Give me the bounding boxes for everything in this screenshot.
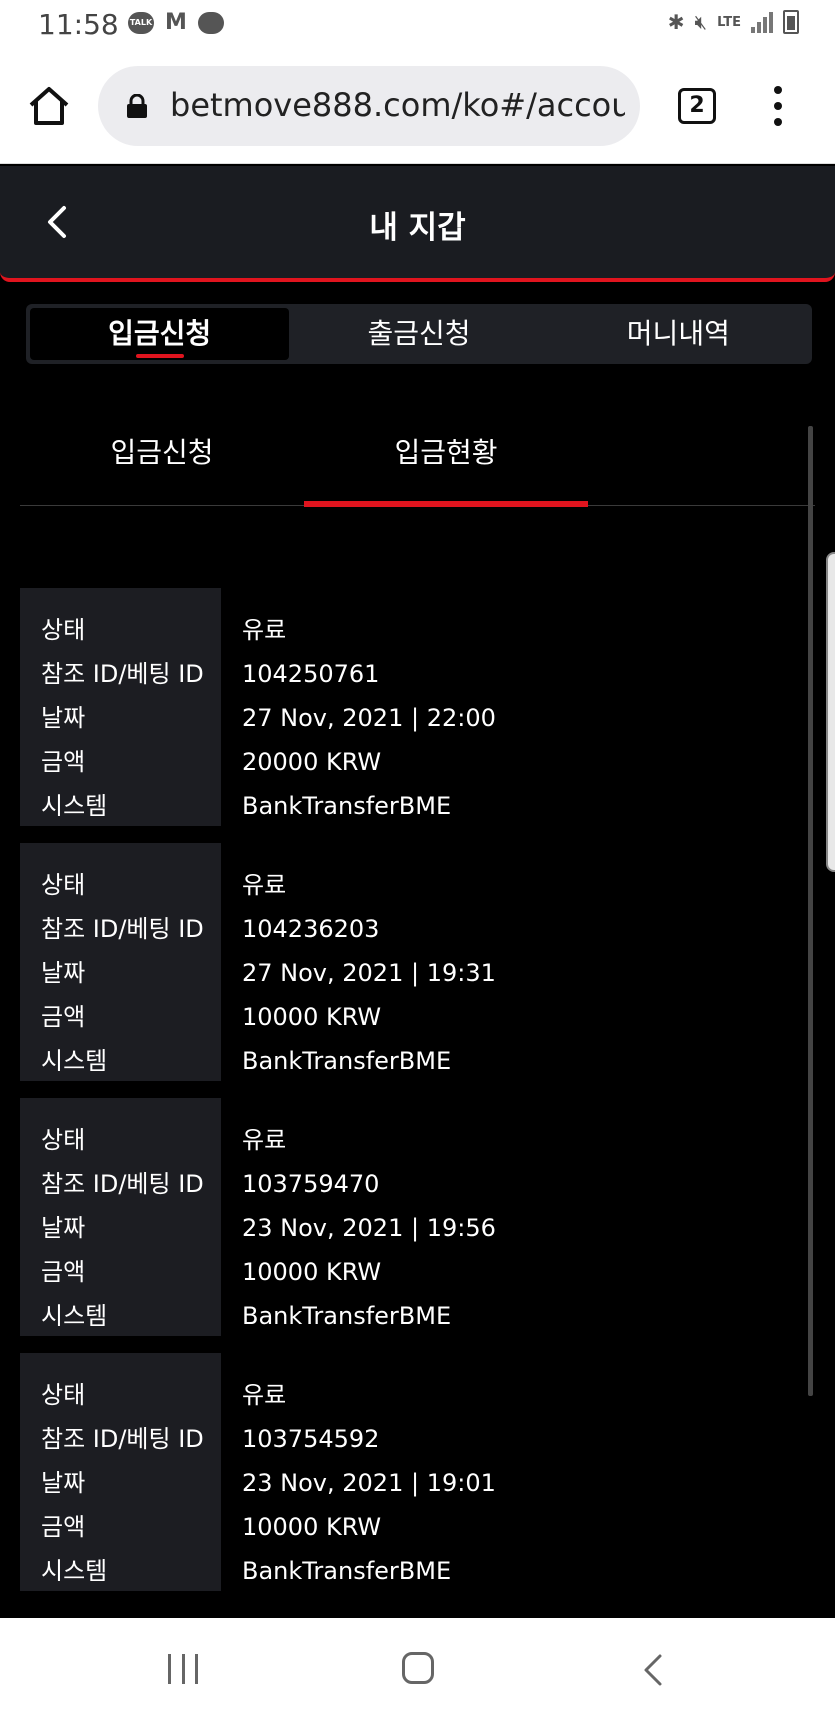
value-system: BankTransferBME <box>242 1047 452 1075</box>
edge-panel-handle[interactable] <box>826 552 835 872</box>
signal-icon <box>751 11 773 33</box>
value-date: 23 Nov, 2021 | 19:01 <box>242 1469 496 1497</box>
record-values: 유료 104250761 27 Nov, 2021 | 22:00 20000 … <box>221 588 496 826</box>
label-ref-id: 참조 ID/베팅 ID <box>41 660 204 688</box>
list-item: 상태 참조 ID/베팅 ID 날짜 금액 시스템 유료 103759470 23… <box>20 1098 800 1336</box>
value-status: 유료 <box>242 1126 287 1154</box>
tab-deposit-request[interactable]: 입금신청 <box>30 308 290 360</box>
subtab-deposit-status[interactable]: 입금현황 <box>304 420 588 507</box>
record-labels: 상태 참조 ID/베팅 ID 날짜 금액 시스템 <box>20 1098 221 1336</box>
value-ref-id: 103754592 <box>242 1425 380 1453</box>
value-status: 유료 <box>242 871 287 899</box>
record-labels: 상태 참조 ID/베팅 ID 날짜 금액 시스템 <box>20 1353 221 1591</box>
chat-bubble-icon <box>198 12 224 34</box>
list-item: 상태 참조 ID/베팅 ID 날짜 금액 시스템 유료 104236203 27… <box>20 843 800 1081</box>
list-item: 상태 참조 ID/베팅 ID 날짜 금액 시스템 유료 104250761 27… <box>20 588 800 826</box>
value-amount: 20000 KRW <box>242 748 382 776</box>
home-button[interactable] <box>402 1652 434 1684</box>
value-date: 27 Nov, 2021 | 22:00 <box>242 704 496 732</box>
value-amount: 10000 KRW <box>242 1003 382 1031</box>
label-amount: 금액 <box>41 748 86 776</box>
value-status: 유료 <box>242 1381 287 1409</box>
label-ref-id: 참조 ID/베팅 ID <box>41 915 204 943</box>
record-values: 유료 104236203 27 Nov, 2021 | 19:31 10000 … <box>221 843 496 1081</box>
label-amount: 금액 <box>41 1003 86 1031</box>
back-arrow-icon <box>644 1654 662 1686</box>
label-date: 날짜 <box>41 704 86 732</box>
label-status: 상태 <box>41 616 86 644</box>
label-amount: 금액 <box>41 1258 86 1286</box>
label-system: 시스템 <box>41 1557 108 1585</box>
system-back-button[interactable] <box>640 1652 666 1688</box>
tab-withdraw-request[interactable]: 출금신청 <box>289 308 548 360</box>
value-amount: 10000 KRW <box>242 1258 382 1286</box>
record-labels: 상태 참조 ID/베팅 ID 날짜 금액 시스템 <box>20 588 221 826</box>
browser-toolbar: betmove888.com/ko#/account 2 <box>0 48 835 164</box>
tab-money-history[interactable]: 머니내역 <box>549 308 808 360</box>
recent-apps-button[interactable] <box>168 1654 198 1684</box>
lte-icon: LTE <box>717 14 741 30</box>
system-navigation-bar <box>0 1618 835 1716</box>
bluetooth-icon: ✱ <box>667 10 685 34</box>
label-date: 날짜 <box>41 1214 86 1242</box>
label-status: 상태 <box>41 1126 86 1154</box>
value-date: 27 Nov, 2021 | 19:31 <box>242 959 496 987</box>
address-bar[interactable]: betmove888.com/ko#/account <box>98 66 640 146</box>
label-date: 날짜 <box>41 1469 86 1497</box>
recent-apps-icon <box>168 1654 171 1684</box>
deposit-records: 상태 참조 ID/베팅 ID 날짜 금액 시스템 유료 104250761 27… <box>20 588 800 1608</box>
value-ref-id: 104250761 <box>242 660 380 688</box>
notification-icons: TALK M <box>128 12 224 34</box>
browser-home-button[interactable] <box>28 86 70 126</box>
main-tabs: 입금신청 출금신청 머니내역 <box>26 304 812 364</box>
subtab-deposit-request[interactable]: 입금신청 <box>20 420 304 505</box>
record-values: 유료 103759470 23 Nov, 2021 | 19:56 10000 … <box>221 1098 496 1336</box>
battery-icon <box>783 10 799 34</box>
label-system: 시스템 <box>41 1047 108 1075</box>
app-header: 내 지갑 <box>0 166 835 282</box>
value-ref-id: 104236203 <box>242 915 380 943</box>
label-date: 날짜 <box>41 959 86 987</box>
label-status: 상태 <box>41 871 86 899</box>
tab-switcher-button[interactable]: 2 <box>678 88 716 124</box>
url-text: betmove888.com/ko#/account <box>170 86 625 124</box>
label-system: 시스템 <box>41 792 108 820</box>
record-labels: 상태 참조 ID/베팅 ID 날짜 금액 시스템 <box>20 843 221 1081</box>
label-ref-id: 참조 ID/베팅 ID <box>41 1170 204 1198</box>
status-time: 11:58 <box>38 8 119 41</box>
label-amount: 금액 <box>41 1513 86 1541</box>
content-scrollbar[interactable] <box>808 426 813 1396</box>
browser-menu-button[interactable] <box>772 86 784 126</box>
mute-icon: 🔇︎ <box>694 10 708 34</box>
list-item: 상태 참조 ID/베팅 ID 날짜 금액 시스템 유료 103754592 23… <box>20 1353 800 1591</box>
record-values: 유료 103754592 23 Nov, 2021 | 19:01 10000 … <box>221 1353 496 1591</box>
label-status: 상태 <box>41 1381 86 1409</box>
gmail-icon: M <box>165 10 187 35</box>
value-amount: 10000 KRW <box>242 1513 382 1541</box>
value-system: BankTransferBME <box>242 792 452 820</box>
value-date: 23 Nov, 2021 | 19:56 <box>242 1214 496 1242</box>
home-icon <box>29 87 69 125</box>
system-icons: ✱ 🔇︎ LTE <box>668 10 799 34</box>
sub-tabs: 입금신청 입금현황 <box>20 420 815 507</box>
page-title: 내 지갑 <box>369 210 466 246</box>
label-ref-id: 참조 ID/베팅 ID <box>41 1425 204 1453</box>
value-system: BankTransferBME <box>242 1302 452 1330</box>
talk-icon: TALK <box>128 12 154 34</box>
status-bar: 11:58 TALK M ✱ 🔇︎ LTE <box>0 0 835 48</box>
value-ref-id: 103759470 <box>242 1170 380 1198</box>
label-system: 시스템 <box>41 1302 108 1330</box>
value-system: BankTransferBME <box>242 1557 452 1585</box>
more-vert-icon <box>774 86 782 94</box>
value-status: 유료 <box>242 616 287 644</box>
lock-icon <box>127 94 147 118</box>
